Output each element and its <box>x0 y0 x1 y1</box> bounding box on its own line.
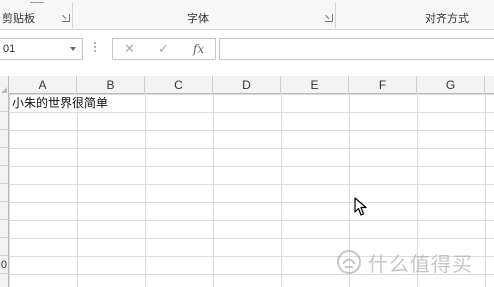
column-header-b[interactable]: B <box>77 76 145 94</box>
column-header-e[interactable]: E <box>281 76 349 94</box>
select-all-corner[interactable] <box>0 76 9 94</box>
name-box[interactable]: 01 <box>0 38 83 60</box>
formula-buttons: ✕ ✓ fx <box>112 38 216 60</box>
ribbon-edge-mark <box>30 0 44 3</box>
ribbon-group-font-label: 字体 <box>187 13 209 25</box>
select-all-triangle-icon <box>1 87 7 93</box>
ribbon: 剪贴板 字体 对齐方式 <box>0 0 494 30</box>
cell-a1[interactable]: 小朱的世界很简单 <box>12 95 108 111</box>
column-header-f[interactable]: F <box>349 76 417 94</box>
column-header-d[interactable]: D <box>213 76 281 94</box>
watermark-text: 什么值得买 <box>368 253 473 276</box>
watermark-logo-icon <box>337 250 361 274</box>
name-box-value: 01 <box>3 43 16 55</box>
insert-function-icon[interactable]: fx <box>193 41 204 57</box>
mouse-pointer-icon <box>354 197 367 216</box>
row-number: 0 <box>0 259 7 271</box>
column-header-a[interactable]: A <box>9 76 77 94</box>
column-header-g[interactable]: G <box>417 76 485 94</box>
font-dialog-launcher-icon[interactable] <box>325 14 333 22</box>
ribbon-divider <box>335 2 336 28</box>
formula-bar-area: 01 ✕ ✓ fx <box>0 30 494 76</box>
clipboard-dialog-launcher-icon[interactable] <box>62 14 70 22</box>
chevron-down-icon[interactable] <box>70 47 76 51</box>
formula-input[interactable] <box>219 38 494 60</box>
column-header-row: A B C D E F G <box>0 76 494 94</box>
watermark: 什么值得买 <box>336 248 473 276</box>
row-header-column[interactable]: 0 <box>0 94 9 287</box>
cancel-icon[interactable]: ✕ <box>124 41 135 57</box>
column-header-c[interactable]: C <box>145 76 213 94</box>
ribbon-group-clipboard-label: 剪贴板 <box>2 13 35 25</box>
ribbon-divider <box>72 2 73 28</box>
enter-icon[interactable]: ✓ <box>158 41 169 57</box>
formula-bar-grip-icon[interactable] <box>93 42 97 56</box>
ribbon-group-alignment-label: 对齐方式 <box>425 13 469 25</box>
